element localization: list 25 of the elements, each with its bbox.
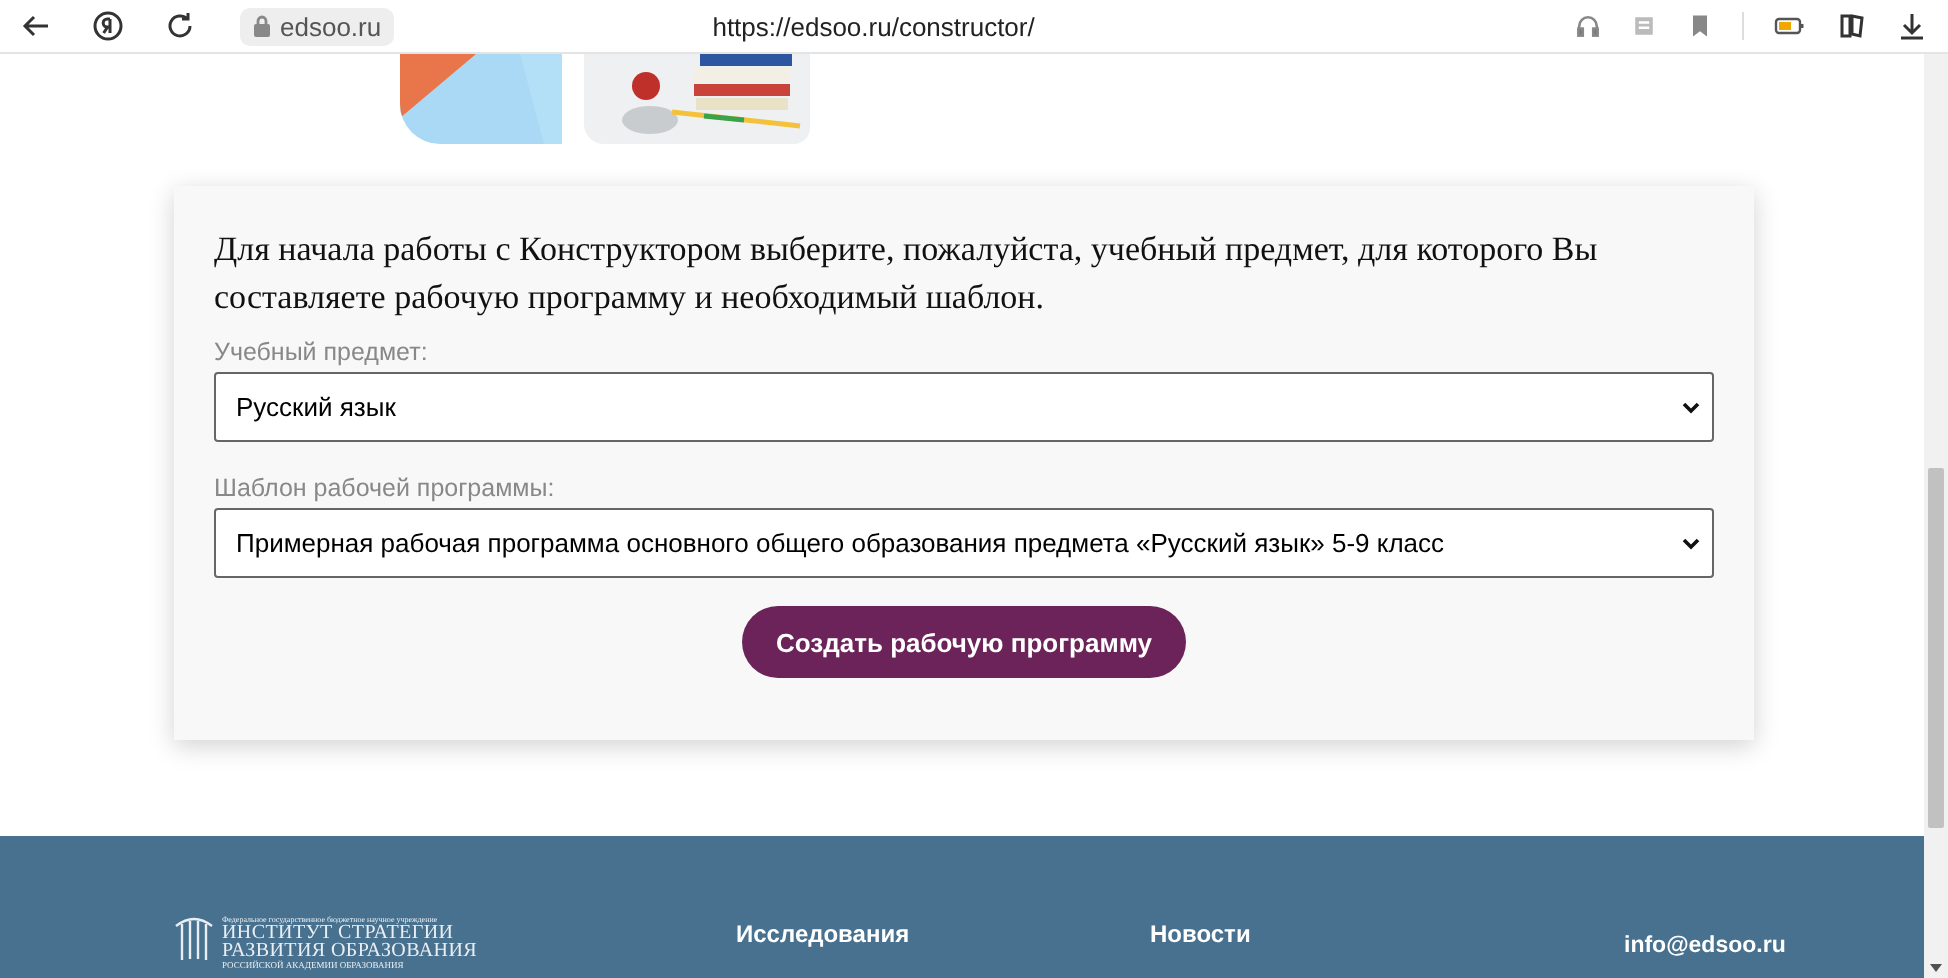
site-domain: edsoo.ru [280, 11, 382, 41]
download-icon[interactable] [1896, 10, 1928, 42]
field-label: Учебный предмет: [214, 338, 428, 366]
browser-logo-icon[interactable] [92, 10, 124, 42]
reload-icon[interactable] [164, 10, 196, 42]
collections-icon[interactable] [1836, 10, 1868, 42]
columns-logo-icon [174, 914, 214, 962]
logo-title: ИНСТИТУТ СТРАТЕГИИ [222, 924, 454, 942]
caret-icon [1682, 401, 1700, 413]
caret-icon [1682, 537, 1700, 549]
intro-text: Для начала работы с Конструктором выберите, пожалуйста, учебный предмет, для которого Вы составляете рабочую программу и необходимый шаблон. [214, 228, 1600, 320]
footer-link[interactable]: Новости [1150, 920, 1564, 948]
select-dropdown[interactable]: Русский язык [214, 372, 1714, 442]
create-program-button[interactable]: Создать рабочую программу [742, 606, 1186, 678]
select-dropdown[interactable]: Примерная рабочая программа основного общего образования предмета «Русский язык» 5-9 класс [214, 508, 1714, 578]
address-field[interactable]: edsoo.ru [240, 7, 394, 45]
logo-title: РАЗВИТИЯ ОБРАЗОВАНИЯ [222, 942, 477, 960]
back-icon[interactable] [20, 10, 52, 42]
lock-icon [252, 14, 272, 38]
page-url: https://edsoo.ru/constructor/ [712, 11, 1035, 41]
footer-link[interactable]: Исследования [736, 920, 1150, 948]
email-link[interactable]: info@edsoo.ru [1624, 934, 1786, 958]
headphones-icon[interactable] [1574, 12, 1602, 40]
field-label: Шаблон рабочей программы: [214, 474, 555, 502]
scrollbar-thumb[interactable] [1928, 468, 1944, 828]
